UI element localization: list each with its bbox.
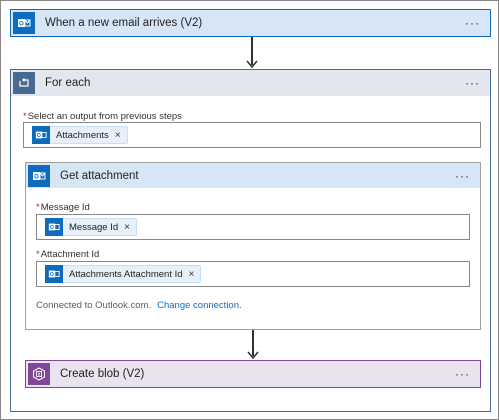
foreach-header[interactable]: For each ··· [11, 70, 490, 96]
create-blob-title: Create blob (V2) [60, 368, 145, 380]
required-marker: * [36, 249, 40, 260]
svg-text:O: O [50, 272, 54, 278]
required-marker: * [36, 202, 40, 213]
blob-storage-icon [28, 363, 50, 385]
required-marker: * [23, 111, 27, 122]
create-blob-menu-button[interactable]: ··· [455, 367, 470, 381]
message-id-label: *Message Id [36, 202, 90, 213]
trigger-card[interactable]: O When a new email arrives (V2) ··· [10, 9, 491, 37]
change-connection-link[interactable]: Change connection. [157, 300, 242, 311]
get-attachment-header[interactable]: O Get attachment ··· [26, 163, 480, 188]
outlook-icon: O [45, 218, 63, 236]
trigger-title: When a new email arrives (V2) [45, 17, 203, 29]
trigger-menu-button[interactable]: ··· [465, 16, 480, 30]
create-blob-card[interactable]: Create blob (V2) ··· [25, 360, 481, 388]
connected-text: Connected to Outlook.com. [36, 300, 152, 311]
connector-arrow [245, 37, 259, 69]
remove-token-icon[interactable]: × [189, 269, 195, 280]
select-output-label: *Select an output from previous steps [23, 111, 182, 122]
outlook-icon: O [45, 265, 63, 283]
designer-canvas: O When a new email arrives (V2) ··· For … [0, 0, 499, 420]
attachment-id-label-text: Attachment Id [40, 249, 100, 260]
message-id-token-label: Message Id [69, 221, 119, 233]
connector-arrow [246, 330, 260, 360]
attachments-token-label: Attachments [56, 129, 109, 141]
outlook-icon: O [32, 126, 50, 144]
svg-text:O: O [50, 225, 54, 231]
foreach-title: For each [45, 77, 91, 89]
svg-text:O: O [34, 174, 39, 180]
remove-token-icon[interactable]: × [124, 222, 130, 233]
select-output-label-text: Select an output from previous steps [27, 111, 182, 122]
foreach-menu-button[interactable]: ··· [465, 76, 480, 90]
create-blob-header[interactable]: Create blob (V2) ··· [26, 361, 480, 387]
loop-icon [13, 72, 35, 94]
foreach-card[interactable]: For each ··· *Select an output from prev… [10, 69, 491, 412]
get-attachment-menu-button[interactable]: ··· [455, 169, 470, 183]
select-output-input[interactable]: O Attachments × [23, 122, 481, 148]
attachment-id-token-label: Attachments Attachment Id [69, 268, 183, 280]
remove-token-icon[interactable]: × [115, 130, 121, 141]
svg-text:O: O [37, 133, 41, 139]
message-id-input[interactable]: O Message Id × [36, 214, 470, 240]
message-id-label-text: Message Id [40, 202, 90, 213]
message-id-token[interactable]: O Message Id × [45, 218, 137, 236]
attachment-id-input[interactable]: O Attachments Attachment Id × [36, 261, 470, 287]
trigger-header[interactable]: O When a new email arrives (V2) ··· [11, 10, 490, 36]
get-attachment-card[interactable]: O Get attachment ··· *Message Id O Messa… [25, 162, 481, 330]
attachment-id-token[interactable]: O Attachments Attachment Id × [45, 265, 202, 283]
attachment-id-label: *Attachment Id [36, 249, 99, 260]
attachments-token[interactable]: O Attachments × [32, 126, 128, 144]
get-attachment-title: Get attachment [60, 169, 139, 182]
outlook-icon: O [28, 164, 50, 187]
outlook-icon: O [13, 12, 35, 34]
connection-info: Connected to Outlook.com. Change connecti… [36, 300, 242, 311]
svg-text:O: O [19, 22, 24, 28]
